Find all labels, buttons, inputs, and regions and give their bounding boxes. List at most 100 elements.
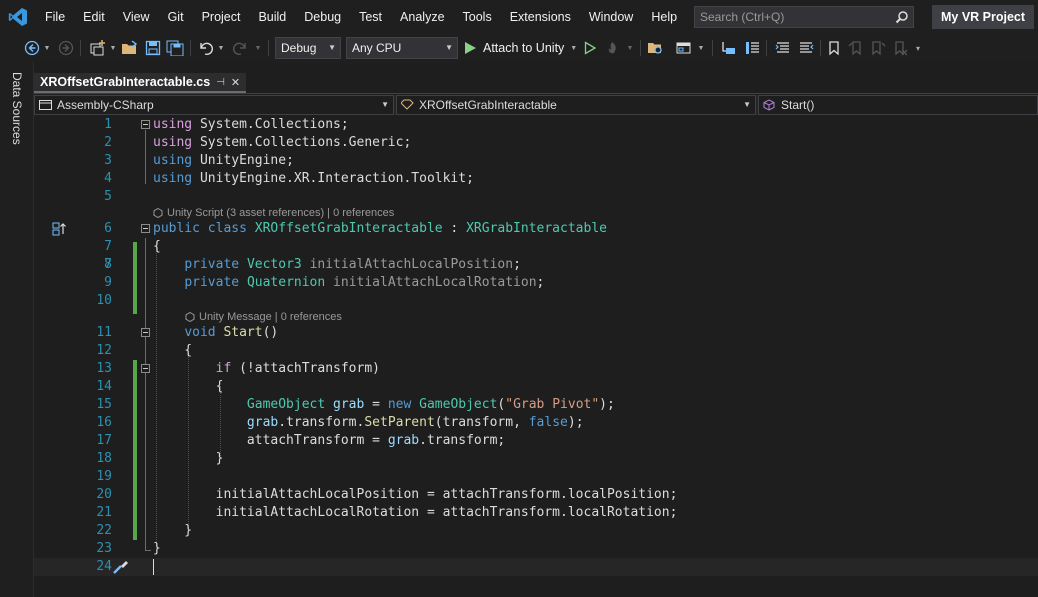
code-line-9[interactable]: private Quaternion initialAttachLocalRot… (153, 274, 544, 292)
menu-bar: File Edit View Git Project Build Debug T… (0, 0, 1038, 34)
line-number: 18 (96, 451, 112, 466)
save-all-icon[interactable] (166, 38, 184, 58)
code-editor[interactable]: 1 2 3 4 5 6 7 7 8 9 10 11 12 13 14 15 16… (34, 116, 1038, 597)
code-line-18[interactable]: } (153, 450, 224, 468)
code-line-1[interactable]: using System.Collections; (153, 116, 349, 134)
menu-tools[interactable]: Tools (454, 0, 501, 34)
search-input[interactable]: Search (Ctrl+Q) (694, 6, 914, 28)
menu-help[interactable]: Help (642, 0, 686, 34)
toolbar-overflow-icon[interactable]: ▾ (913, 38, 923, 58)
search-icon[interactable] (895, 10, 909, 30)
line-number: 8 (104, 257, 112, 272)
code-line-12[interactable]: { (153, 342, 192, 360)
line-number: 9 (104, 275, 112, 290)
code-line-23[interactable]: } (153, 540, 161, 558)
solution-explorer-icon[interactable] (647, 38, 665, 58)
menu-git[interactable]: Git (159, 0, 193, 34)
collapse-if-block-icon[interactable] (141, 364, 150, 373)
project-name-badge[interactable]: My VR Project (932, 5, 1035, 29)
menu-extensions[interactable]: Extensions (501, 0, 580, 34)
previous-bookmark-icon[interactable] (848, 38, 864, 58)
toolbar-separator (190, 40, 191, 56)
code-line-3[interactable]: using UnityEngine; (153, 152, 294, 170)
member-dropdown[interactable]: Start() (758, 95, 1038, 115)
navigate-forward-icon[interactable] (58, 38, 74, 58)
code-line-8[interactable]: private Vector3 initialAttachLocalPositi… (153, 256, 521, 274)
codelens-class[interactable]: Unity Script (3 asset references) | 0 re… (153, 206, 394, 220)
menu-build[interactable]: Build (249, 0, 295, 34)
project-dropdown[interactable]: Assembly-CSharp ▼ (34, 95, 394, 115)
menu-project[interactable]: Project (193, 0, 250, 34)
layout-icon[interactable] (675, 38, 693, 58)
code-line-7[interactable]: { (153, 238, 161, 256)
code-line-11[interactable]: void Start() (153, 324, 278, 342)
solution-configuration-dropdown[interactable]: Debug ▼ (275, 37, 341, 59)
pin-tab-icon[interactable]: ⊣ (216, 77, 225, 88)
save-icon[interactable] (145, 38, 161, 58)
code-line-15[interactable]: GameObject grab = new GameObject("Grab P… (153, 396, 615, 414)
quick-actions-screwdriver-icon[interactable] (112, 559, 130, 578)
code-line-20[interactable]: initialAttachLocalPosition = attachTrans… (153, 486, 678, 504)
close-tab-icon[interactable]: ✕ (231, 76, 240, 89)
current-line-highlight (34, 558, 1038, 576)
navigate-back-dropdown-icon[interactable]: ▼ (43, 38, 51, 58)
line-number: 23 (96, 541, 112, 556)
solution-platform-dropdown[interactable]: Any CPU ▼ (346, 37, 458, 59)
new-project-dropdown-icon[interactable]: ▼ (109, 38, 117, 58)
codelens-class-text: Unity Script (3 asset references) | 0 re… (167, 207, 395, 219)
hot-reload-icon[interactable] (604, 38, 622, 58)
collapse-method-icon[interactable] (141, 328, 150, 337)
menu-analyze[interactable]: Analyze (391, 0, 453, 34)
menu-view[interactable]: View (114, 0, 159, 34)
code-line-21[interactable]: initialAttachLocalRotation = attachTrans… (153, 504, 678, 522)
layout-dropdown-icon[interactable]: ▼ (697, 38, 705, 58)
project-dropdown-value: Assembly-CSharp (57, 98, 154, 112)
start-without-debugging-icon[interactable] (582, 38, 598, 58)
navigate-back-icon[interactable] (24, 38, 40, 58)
side-panel-tab[interactable]: Data Sources (0, 62, 34, 597)
menu-edit[interactable]: Edit (74, 0, 114, 34)
step-into-icon[interactable] (720, 38, 738, 58)
type-dropdown[interactable]: XROffsetGrabInteractable ▼ (396, 95, 756, 115)
toolbar-separator (268, 40, 269, 56)
attach-to-unity-button[interactable]: Attach to Unity ▼ (463, 38, 583, 58)
redo-icon[interactable] (231, 38, 249, 58)
change-bar (133, 242, 137, 314)
code-line-13[interactable]: if (!attachTransform) (153, 360, 380, 378)
code-line-14[interactable]: { (153, 378, 224, 396)
codelens-method[interactable]: Unity Message | 0 references (185, 310, 342, 324)
code-line-6[interactable]: public class XROffsetGrabInteractable : … (153, 220, 607, 238)
collapse-using-block-icon[interactable] (141, 120, 150, 129)
bookmark-icon[interactable] (826, 38, 842, 58)
menu-debug[interactable]: Debug (295, 0, 350, 34)
code-line-16[interactable]: grab.transform.SetParent(transform, fals… (153, 414, 584, 432)
code-line-22[interactable]: } (153, 522, 192, 540)
data-sources-tab-label[interactable]: Data Sources (10, 72, 24, 145)
menu-test[interactable]: Test (350, 0, 391, 34)
menu-window[interactable]: Window (580, 0, 642, 34)
code-line-4[interactable]: using UnityEngine.XR.Interaction.Toolkit… (153, 170, 474, 188)
toolbar-separator (80, 40, 81, 56)
menu-file[interactable]: File (36, 0, 74, 34)
code-line-17[interactable]: attachTransform = grab.transform; (153, 432, 505, 450)
codelens-method-text: Unity Message | 0 references (199, 311, 342, 323)
clear-bookmarks-icon[interactable] (892, 38, 908, 58)
step-over-icon[interactable] (744, 38, 762, 58)
code-line-2[interactable]: using System.Collections.Generic; (153, 134, 411, 152)
visual-studio-logo-icon[interactable] (0, 0, 36, 34)
collapse-class-icon[interactable] (141, 224, 150, 233)
comment-out-icon[interactable] (774, 38, 792, 58)
toolbar-separator (820, 40, 821, 56)
new-project-icon[interactable] (89, 38, 107, 58)
chevron-down-icon: ▼ (743, 100, 751, 109)
unity-lens-icon (153, 208, 163, 218)
unity-script-margin-icon[interactable] (52, 222, 68, 239)
undo-icon[interactable] (197, 38, 215, 58)
uncomment-icon[interactable] (797, 38, 815, 58)
next-bookmark-icon[interactable] (870, 38, 886, 58)
undo-dropdown-icon[interactable]: ▼ (217, 38, 225, 58)
redo-dropdown-icon[interactable]: ▼ (254, 38, 262, 58)
document-tab[interactable]: XROffsetGrabInteractable.cs ⊣ ✕ (34, 73, 247, 93)
hot-reload-dropdown-icon[interactable]: ▼ (626, 38, 634, 58)
open-folder-icon[interactable] (121, 38, 139, 58)
